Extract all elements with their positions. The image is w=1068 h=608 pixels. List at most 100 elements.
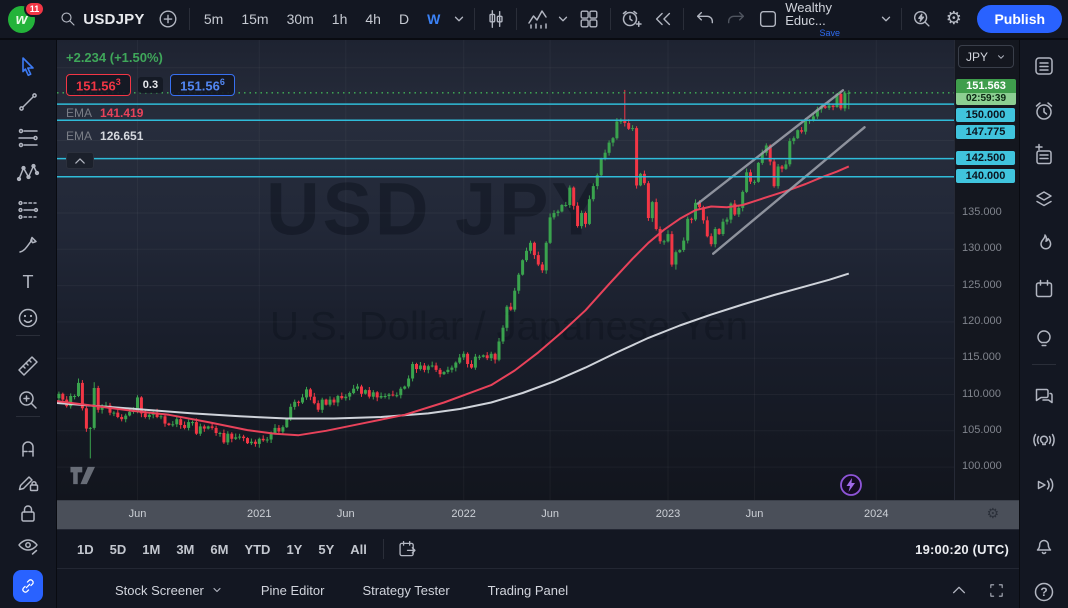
divider	[610, 8, 611, 30]
gear-icon: ⚙	[946, 10, 962, 28]
price-axis[interactable]: JPY 135.000130.000125.000120.000115.0001…	[954, 40, 1019, 500]
timeframe-1h[interactable]: 1h	[323, 4, 357, 34]
text-tool-icon[interactable]: T	[16, 270, 40, 294]
divider	[516, 8, 517, 30]
brush-tool-icon[interactable]	[16, 234, 40, 258]
hide-drawings-icon[interactable]	[16, 534, 40, 558]
calendar-icon[interactable]	[1032, 277, 1056, 301]
object-tree-icon[interactable]	[1032, 187, 1056, 211]
range-1D[interactable]: 1D	[69, 536, 102, 562]
layout-grid-icon[interactable]	[573, 4, 604, 34]
range-1M[interactable]: 1M	[134, 536, 168, 562]
price-grid-label: 100.000	[962, 460, 1002, 472]
help-icon[interactable]: ?	[1032, 580, 1056, 604]
time-axis[interactable]: Jun2021Jun2022Jun2023Jun2024 ⚙	[57, 500, 1019, 529]
sell-button[interactable]: 151.563	[66, 74, 131, 96]
timeframe-30m[interactable]: 30m	[278, 4, 323, 34]
notifications-bell-icon[interactable]	[1032, 533, 1056, 557]
layout-chevron-icon[interactable]	[876, 4, 896, 34]
measure-tool-icon[interactable]	[16, 354, 40, 378]
tab-trading-panel[interactable]: Trading Panel	[488, 583, 568, 598]
axis-settings-icon[interactable]: ⚙	[986, 506, 999, 522]
projection-tool-icon[interactable]	[16, 198, 40, 222]
cursor-tool-icon[interactable]	[16, 55, 40, 79]
tab-strategy-tester[interactable]: Strategy Tester	[362, 583, 449, 598]
publish-button[interactable]: Publish	[977, 5, 1062, 33]
current-price: 151.563	[956, 79, 1016, 93]
indicator-row[interactable]: EMA 141.419	[66, 106, 235, 120]
timeframe-chevron-icon[interactable]	[449, 4, 469, 34]
range-3M[interactable]: 3M	[168, 536, 202, 562]
price-grid-label: 120.000	[962, 315, 1002, 327]
pattern-tool-icon[interactable]	[16, 162, 40, 186]
news-notes-icon[interactable]	[1032, 143, 1056, 167]
range-1Y[interactable]: 1Y	[278, 536, 310, 562]
alert-add-icon[interactable]	[616, 4, 647, 34]
indicators-chevron-icon[interactable]	[554, 4, 574, 34]
lock-all-drawings-icon[interactable]	[16, 502, 40, 526]
panel-expand-icon[interactable]	[950, 581, 968, 599]
link-drawings-button[interactable]	[13, 570, 43, 602]
top-toolbar: w 11 USDJPY 5m15m30m1h4hDW	[0, 0, 1068, 40]
layout-name-menu[interactable]: Wealthy Educ... Save	[785, 1, 874, 38]
symbol-name: USDJPY	[83, 11, 144, 28]
time-axis-label: Jun	[326, 508, 366, 520]
settings-gear-icon[interactable]: ⚙	[938, 4, 969, 34]
emoji-tool-icon[interactable]	[16, 306, 40, 330]
bar-replay-icon[interactable]	[647, 4, 678, 34]
tradingview-logo[interactable]	[69, 466, 101, 491]
save-layout-icon[interactable]	[752, 4, 783, 34]
divider	[189, 8, 190, 30]
timeframe-group: 5m15m30m1h4hDW	[195, 4, 449, 34]
range-YTD[interactable]: YTD	[236, 536, 278, 562]
time-axis-label: 2024	[856, 508, 896, 520]
timeframe-4h[interactable]: 4h	[356, 4, 390, 34]
chart-style-icon[interactable]	[480, 4, 511, 34]
chat-icon[interactable]	[1032, 384, 1056, 408]
range-All[interactable]: All	[342, 536, 375, 562]
compare-add-icon[interactable]	[153, 4, 184, 34]
divider	[474, 8, 475, 30]
divider	[383, 539, 384, 559]
chart-plot[interactable]: USD JPY U.S. Dollar / Japanese Yen +2.23…	[57, 40, 954, 500]
range-5D[interactable]: 5D	[102, 536, 135, 562]
redo-icon[interactable]	[721, 4, 752, 34]
streams-icon[interactable]	[1032, 473, 1056, 497]
hotlist-icon[interactable]	[1032, 232, 1056, 256]
panel-maximize-icon[interactable]	[988, 582, 1005, 599]
boost-button[interactable]	[839, 473, 863, 500]
timeframe-5m[interactable]: 5m	[195, 4, 232, 34]
clock-utc[interactable]: 19:00:20 (UTC)	[915, 542, 1011, 557]
drawing-mode-lock-icon[interactable]	[16, 470, 40, 494]
watchlist-icon[interactable]	[1032, 54, 1056, 78]
zoom-in-tool-icon[interactable]	[16, 388, 40, 412]
fib-retracement-tool-icon[interactable]	[16, 126, 40, 150]
currency-dropdown[interactable]: JPY	[958, 45, 1014, 68]
trend-line-tool-icon[interactable]	[16, 90, 40, 114]
magnet-tool-icon[interactable]	[16, 436, 40, 460]
tab-stock-screener[interactable]: Stock Screener	[115, 583, 223, 598]
tab-pine-editor[interactable]: Pine Editor	[261, 583, 325, 598]
user-menu-button[interactable]: w 11	[8, 4, 41, 34]
symbol-search[interactable]: USDJPY	[51, 4, 152, 34]
timeframe-15m[interactable]: 15m	[232, 4, 277, 34]
indicator-row[interactable]: EMA 126.651	[66, 129, 235, 143]
go-to-date-icon[interactable]	[392, 534, 424, 564]
range-5Y[interactable]: 5Y	[310, 536, 342, 562]
time-axis-label: 2023	[648, 508, 688, 520]
time-axis-label: 2021	[239, 508, 279, 520]
legend-collapse-button[interactable]	[66, 152, 94, 169]
quick-search-icon[interactable]	[907, 4, 938, 34]
timeframe-W[interactable]: W	[418, 4, 449, 34]
ideas-icon[interactable]	[1032, 326, 1056, 350]
price-grid-label: 115.000	[962, 351, 1001, 363]
undo-icon[interactable]	[689, 4, 720, 34]
timeframe-D[interactable]: D	[390, 4, 418, 34]
range-toolbar: 1D5D1M3M6MYTD1Y5YAll 19:00:20 (UTC)	[57, 529, 1019, 568]
range-6M[interactable]: 6M	[202, 536, 236, 562]
buy-button[interactable]: 151.566	[170, 74, 235, 96]
alerts-icon[interactable]	[1032, 99, 1056, 123]
price-grid-label: 125.000	[962, 279, 1002, 291]
indicators-icon[interactable]	[522, 4, 553, 34]
minds-icon[interactable]	[1032, 428, 1056, 452]
